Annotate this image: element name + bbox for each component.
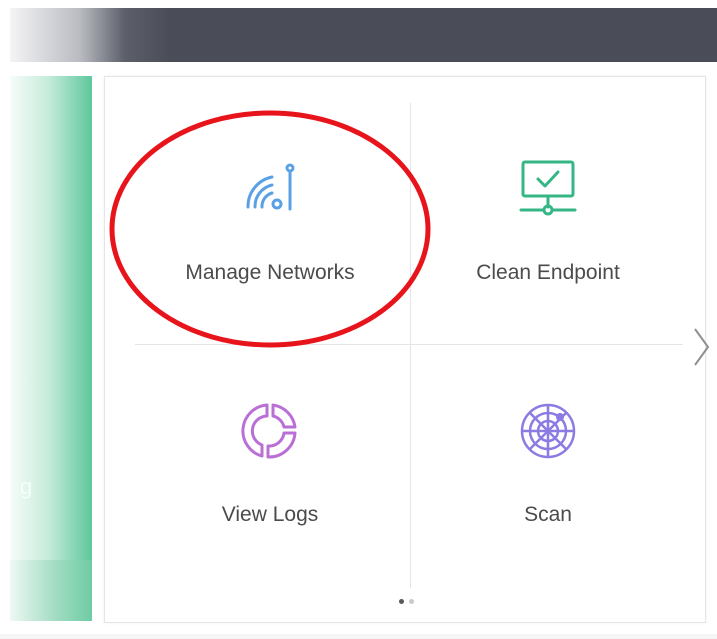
vertical-divider bbox=[410, 103, 411, 588]
pagination-dot[interactable] bbox=[409, 599, 414, 604]
clean-endpoint-tile[interactable]: Clean Endpoint bbox=[428, 137, 668, 317]
monitor-check-icon bbox=[519, 160, 577, 216]
scan-tile[interactable]: Scan bbox=[428, 379, 668, 559]
horizontal-divider bbox=[135, 344, 683, 345]
radar-icon bbox=[520, 403, 576, 459]
donut-chart-icon bbox=[241, 403, 297, 459]
chevron-right-icon[interactable] bbox=[689, 325, 713, 369]
manage-networks-tile[interactable]: Manage Networks bbox=[150, 137, 390, 317]
clean-endpoint-label: Clean Endpoint bbox=[476, 261, 620, 284]
side-panel[interactable]: g bbox=[10, 76, 92, 621]
view-logs-tile[interactable]: View Logs bbox=[150, 379, 390, 559]
side-panel-footer bbox=[10, 560, 92, 621]
view-logs-label: View Logs bbox=[221, 503, 319, 526]
bottom-edge bbox=[0, 634, 717, 639]
manage-networks-label: Manage Networks bbox=[185, 261, 355, 284]
pagination-dots bbox=[395, 598, 425, 606]
scan-label: Scan bbox=[524, 503, 572, 526]
quick-actions-card: Manage Networks Clean Endpoint View Logs bbox=[104, 76, 710, 623]
side-panel-text: g bbox=[20, 474, 33, 499]
top-bar bbox=[10, 8, 717, 62]
wifi-antenna-icon bbox=[246, 163, 295, 211]
pagination-dot-active[interactable] bbox=[399, 599, 404, 604]
